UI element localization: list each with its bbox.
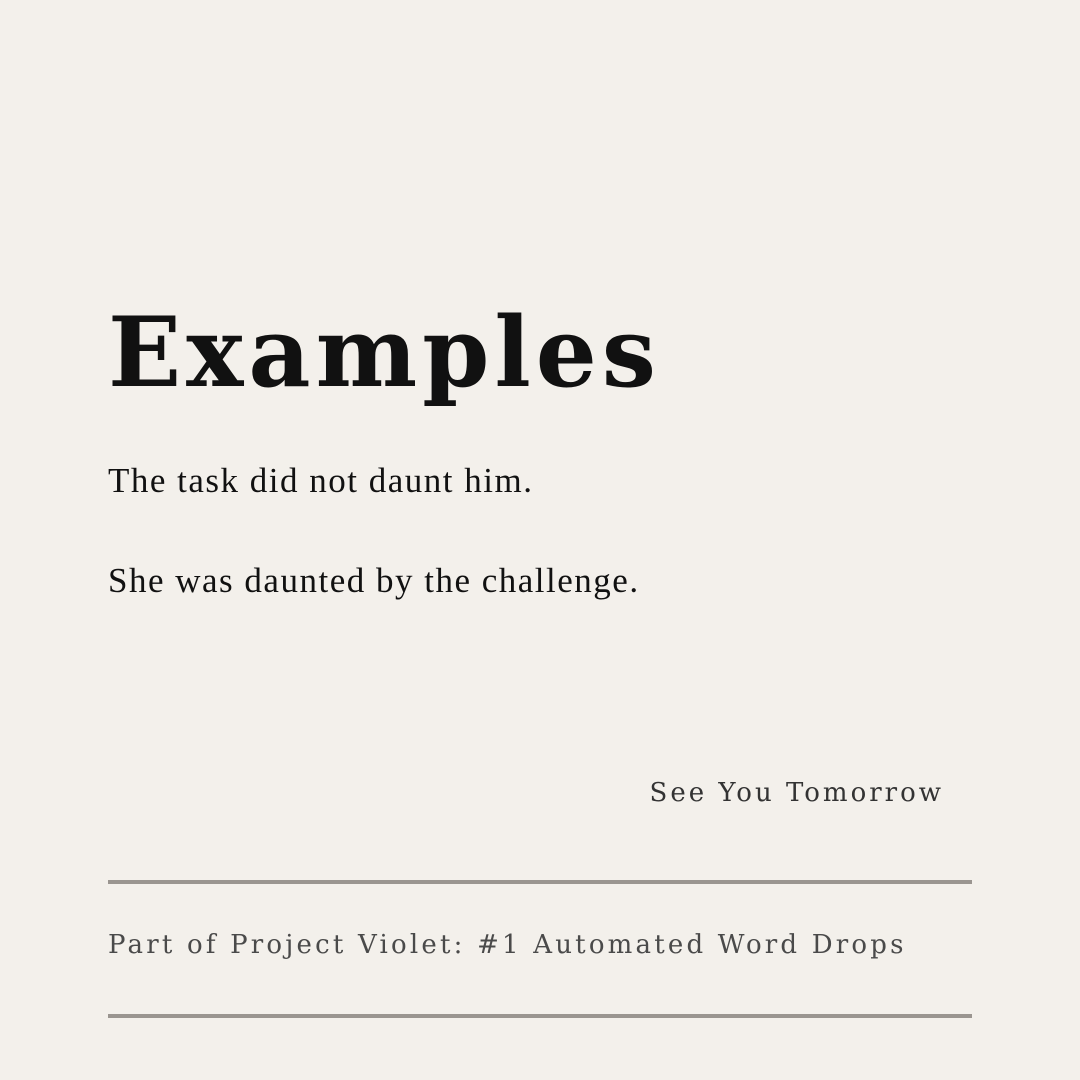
footer-text: Part of Project Violet: #1 Automated Wor… <box>108 930 907 960</box>
bottom-divider <box>108 1014 972 1018</box>
signoff-text: See You Tomorrow <box>649 778 944 808</box>
example-sentence: The task did not daunt him. <box>108 461 534 500</box>
page-title: Examples <box>108 296 661 409</box>
top-divider <box>108 880 972 884</box>
example-sentence: She was daunted by the challenge. <box>108 561 640 600</box>
